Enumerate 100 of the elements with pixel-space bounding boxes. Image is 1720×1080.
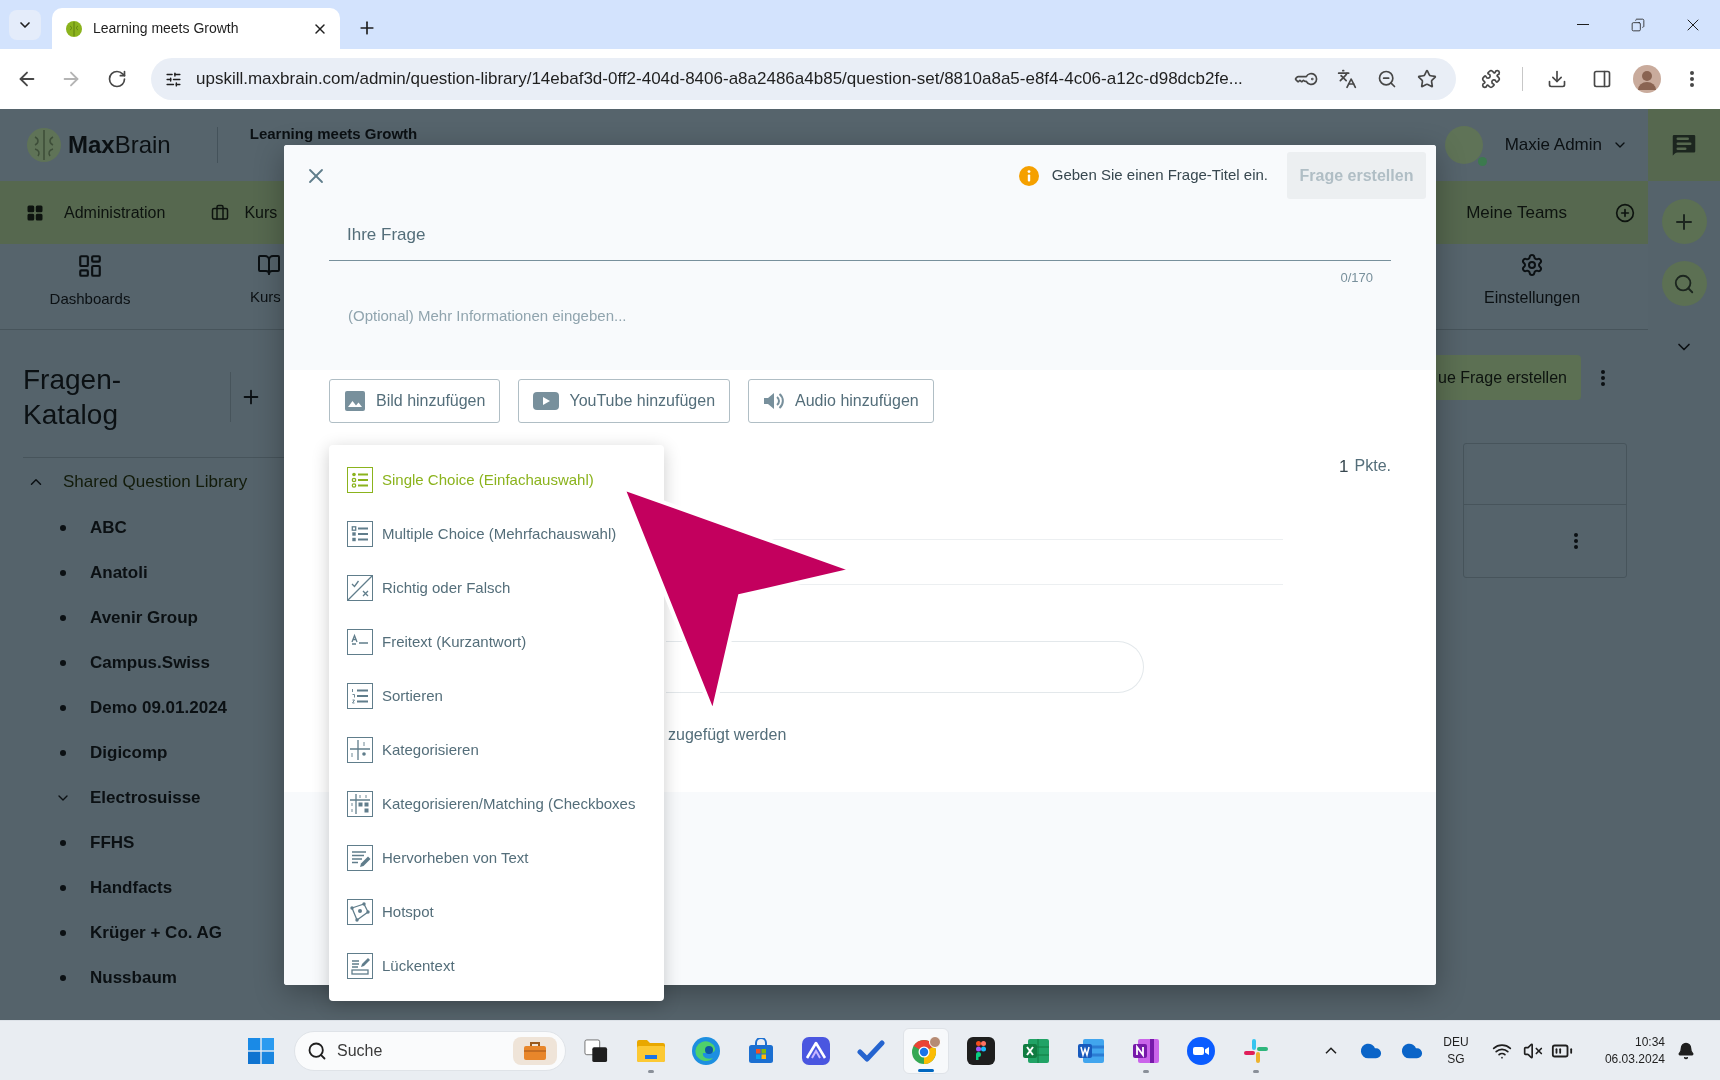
library-item[interactable]: Campus.Swiss [90,649,210,676]
character-counter: 0/170 [1340,269,1373,287]
minimize-icon [1576,24,1589,25]
notebook-icon [1132,1036,1160,1065]
numbered-list-icon [347,683,373,709]
clock-date[interactable]: 06.03.2024 [1604,1050,1665,1068]
bullet-icon [60,974,66,981]
profile-button[interactable] [1633,65,1661,93]
bullet-icon [60,704,66,711]
library-item[interactable]: ABC [90,514,127,541]
create-question-button[interactable]: ue Frage erstellen [1436,355,1581,400]
library-item[interactable]: Avenir Group [90,604,198,631]
menu-item[interactable]: Hotspot [329,885,664,939]
language-code[interactable]: DEU [1443,1033,1469,1051]
library-item[interactable]: Krüger + Co. AG [90,919,223,946]
menu-item[interactable]: Freitext (Kurzantwort) [329,615,664,669]
nav-tab[interactable]: Dashboards [49,288,131,311]
menu-item[interactable]: Multiple Choice (Mehrfachauswahl) [329,507,664,561]
library-title[interactable]: Shared Question Library [63,469,248,495]
menu-item[interactable]: Kategorisieren [329,723,664,777]
bullet-icon [60,749,66,756]
search-fab[interactable] [1661,261,1707,306]
pinwheel-logo-icon [1242,1036,1270,1065]
question-title-field[interactable]: Ihre Frage [329,218,1391,261]
address-bar[interactable]: upskill.maxbrain.com/admin/question-library/14ebaf3d-0ff2-404d-8406-a8a2486a4b85/question-set/8810a8a5-e8f4-4c06-a12c-d98dcb2fe... [151,58,1456,100]
restore-icon [1630,17,1645,32]
zoom-out-icon [1377,69,1397,89]
hint-text: Geben Sie einen Frage-Titel ein. [1051,165,1268,186]
more-icon [1601,369,1605,386]
menu-item[interactable]: Single Choice (Einfachauswahl) [329,453,664,507]
swirl-icon [692,1036,720,1065]
library-item[interactable]: Handfacts [90,874,173,901]
menu-item[interactable]: Richtig oder Falsch [329,561,664,615]
add-media-button[interactable]: YouTube hinzufügen [518,379,731,423]
description-field[interactable]: (Optional) Mehr Informationen eingeben... [329,297,1391,334]
sidebar-title: Fragen-Katalog [23,363,123,432]
menu-item[interactable]: Lückentext [329,939,664,993]
browser-tab[interactable]: Learning meets Growth [52,8,340,49]
bell-icon [1677,1041,1695,1060]
polygon-points-icon [347,899,373,925]
nav-tab[interactable]: Kurs [250,286,281,309]
translate-icon [1337,69,1357,89]
search-icon [1673,272,1695,295]
library-item[interactable]: Anatoli [90,559,148,586]
library-item[interactable]: FFHS [90,829,135,856]
add-fab[interactable] [1661,199,1707,244]
shopping-bag-icon [748,1037,774,1064]
speaker-icon [763,391,786,411]
points-value[interactable]: 1 [1339,457,1349,477]
spreadsheet-icon [1022,1036,1050,1065]
menu-item[interactable]: Kategorisieren/Matching (Checkboxes [329,777,664,831]
star-icon [1417,69,1437,89]
library-item[interactable]: Electrosuisse [90,784,201,811]
add-media-button[interactable]: Bild hinzufügen [329,379,501,423]
form-pencil-icon [347,953,373,979]
chat-panel-tab[interactable] [1648,109,1720,181]
bullet-icon [60,839,66,846]
logo-text: MaxBrain [68,130,171,160]
peak-logo-icon [802,1036,830,1065]
ring-logo-icon [911,1035,941,1066]
quadrant-icon [347,737,373,763]
nav-link[interactable]: Kurs [244,200,278,225]
clock-time[interactable]: 10:34 [1634,1033,1665,1051]
image-icon [344,390,366,412]
more-icon [1690,71,1694,87]
info-icon [1018,165,1039,186]
shapes-logo-icon [967,1036,995,1065]
grid-icon [26,203,44,222]
bullet-icon [60,524,66,531]
add-media-button[interactable]: Audio hinzufügen [748,379,934,423]
side-panel-icon [1592,69,1612,89]
brain-logo-icon [26,127,62,163]
play-icon [533,392,560,410]
user-name: Maxie Admin [1504,134,1602,157]
avatar-icon [1633,65,1661,93]
menu-item[interactable]: Hervorheben von Text [329,831,664,885]
url-text: upskill.maxbrain.com/admin/question-library/14ebaf3d-0ff2-404d-8406-a8a2486a4b85/question-set/8810a8a5-e8f4-4c06-a12c-d98dcb2fe... [196,68,1243,91]
library-item[interactable]: Digicomp [90,739,168,766]
nav-link[interactable]: Administration [64,200,166,225]
library-item[interactable]: Nussbaum [90,964,177,991]
muted-speaker-icon [1523,1040,1543,1061]
check-cross-icon [347,575,373,601]
keyboard-layout[interactable]: SG [1447,1050,1465,1068]
briefcase-icon [513,1036,557,1065]
checkbox-list-icon [347,521,373,547]
bullet-icon [60,929,66,936]
points-unit: Pkte. [1354,456,1391,476]
search-icon [307,1040,327,1061]
library-item[interactable]: Demo 09.01.2024 [90,694,228,721]
nav-tab[interactable]: Einstellungen [1483,286,1581,310]
windows-logo-icon [248,1037,274,1064]
menu-item[interactable]: Sortieren [329,669,664,723]
tab-search-button[interactable] [9,10,41,40]
nav-link[interactable]: Meine Teams [1466,199,1567,226]
taskbar-search-box[interactable]: Suche [294,1030,566,1071]
grid-table-icon [347,791,373,817]
tab-title: Learning meets Growth [93,19,239,38]
radio-list-icon [347,467,373,493]
bullet-icon [60,659,66,666]
organization-name: Learning meets Growth [249,124,418,144]
